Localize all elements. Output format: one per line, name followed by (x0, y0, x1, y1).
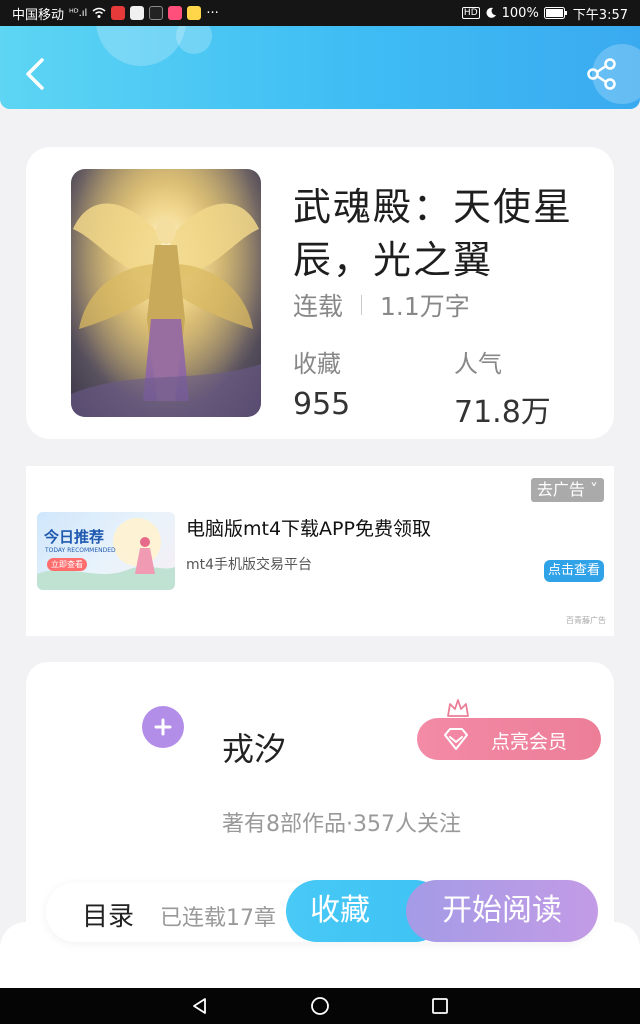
moon-icon (486, 7, 496, 18)
chevron-left-icon (26, 58, 44, 90)
more-notifications: ··· (206, 5, 219, 21)
share-button[interactable] (586, 58, 618, 90)
book-meta: 连载 1.1万字 (293, 287, 470, 323)
book-title: 武魂殿：天使星辰，光之翼 (293, 185, 574, 282)
clock: 下午3:57 (572, 7, 628, 23)
home-circle-icon[interactable] (310, 996, 330, 1016)
word-count: 1.1万字 (380, 292, 470, 321)
wifi-icon (92, 7, 106, 18)
status-bar: 中国移动 ᴴᴰ.ıl ··· HD 100% 下午3:57 (0, 0, 640, 26)
ad-view-button[interactable]: 点击查看 (543, 560, 604, 582)
diamond-icon (444, 728, 468, 750)
share-icon (587, 58, 616, 90)
ad-image[interactable]: 今日推荐 TODAY RECOMMENDED 立即查看 (37, 512, 175, 590)
book-info-card: 武魂殿：天使星辰，光之翼 连载 1.1万字 收藏 955 人气 71.8万 (26, 147, 614, 439)
back-button[interactable] (20, 56, 50, 92)
hd-badge: HD (461, 7, 480, 19)
author-name[interactable]: 戎汐 (222, 724, 286, 770)
decorative-bubble (176, 26, 212, 54)
battery-icon (543, 7, 567, 19)
app-notification-icon (149, 6, 164, 20)
app-notification-icon (168, 6, 183, 20)
popularity-count: 71.8万 (454, 395, 551, 430)
author-stats: 著有8部作品·357人关注 (222, 812, 461, 837)
favorites-label: 收藏 (293, 350, 341, 378)
carrier-label: 中国移动 (12, 7, 65, 23)
recents-square-icon[interactable] (430, 996, 450, 1016)
book-cover[interactable] (71, 169, 261, 417)
header (0, 26, 640, 109)
winged-angel-illustration (71, 169, 261, 417)
serial-status: 连载 (293, 292, 344, 321)
vip-label: 点亮会员 (491, 731, 568, 753)
meta-divider (361, 295, 363, 315)
popularity-label: 人气 (454, 350, 502, 378)
plus-icon (154, 718, 172, 736)
start-reading-button[interactable]: 开始阅读 (406, 880, 598, 942)
table-of-contents-button[interactable]: 目录 (82, 896, 134, 933)
ad-image-subtitle: TODAY RECOMMENDED (45, 547, 116, 554)
app-notification-icon (187, 6, 202, 20)
signal-indicator: ᴴᴰ.ıl (69, 7, 88, 19)
back-triangle-icon[interactable] (190, 996, 210, 1016)
ad-image-button: 立即查看 (47, 558, 87, 571)
favorites-count: 955 (293, 387, 351, 422)
app-notification-icon (111, 6, 126, 20)
ad-banner[interactable]: 去广告 ˅ 今日推荐 TODAY RECOMMENDED 立即查看 电脑版mt4… (26, 466, 614, 636)
app-notification-icon (130, 6, 145, 20)
ad-source-label: 百青藤广告 (566, 616, 606, 625)
status-right: HD 100% 下午3:57 (461, 4, 628, 23)
remove-ad-button[interactable]: 去广告 ˅ (530, 478, 604, 502)
status-left: 中国移动 ᴴᴰ.ıl ··· (12, 4, 219, 23)
decorative-bubble (96, 26, 186, 66)
ad-image-title: 今日推荐 (44, 528, 105, 546)
system-nav-bar (0, 988, 640, 1024)
crown-icon (447, 699, 469, 717)
battery-percent: 100% (501, 5, 539, 21)
follow-author-button[interactable] (142, 706, 184, 748)
chapter-count: 已连载17章 (160, 906, 276, 931)
ad-description: mt4手机版交易平台 (186, 557, 313, 573)
ad-title[interactable]: 电脑版mt4下载APP免费领取 (186, 514, 431, 541)
activate-vip-button[interactable]: 点亮会员 (417, 718, 601, 760)
